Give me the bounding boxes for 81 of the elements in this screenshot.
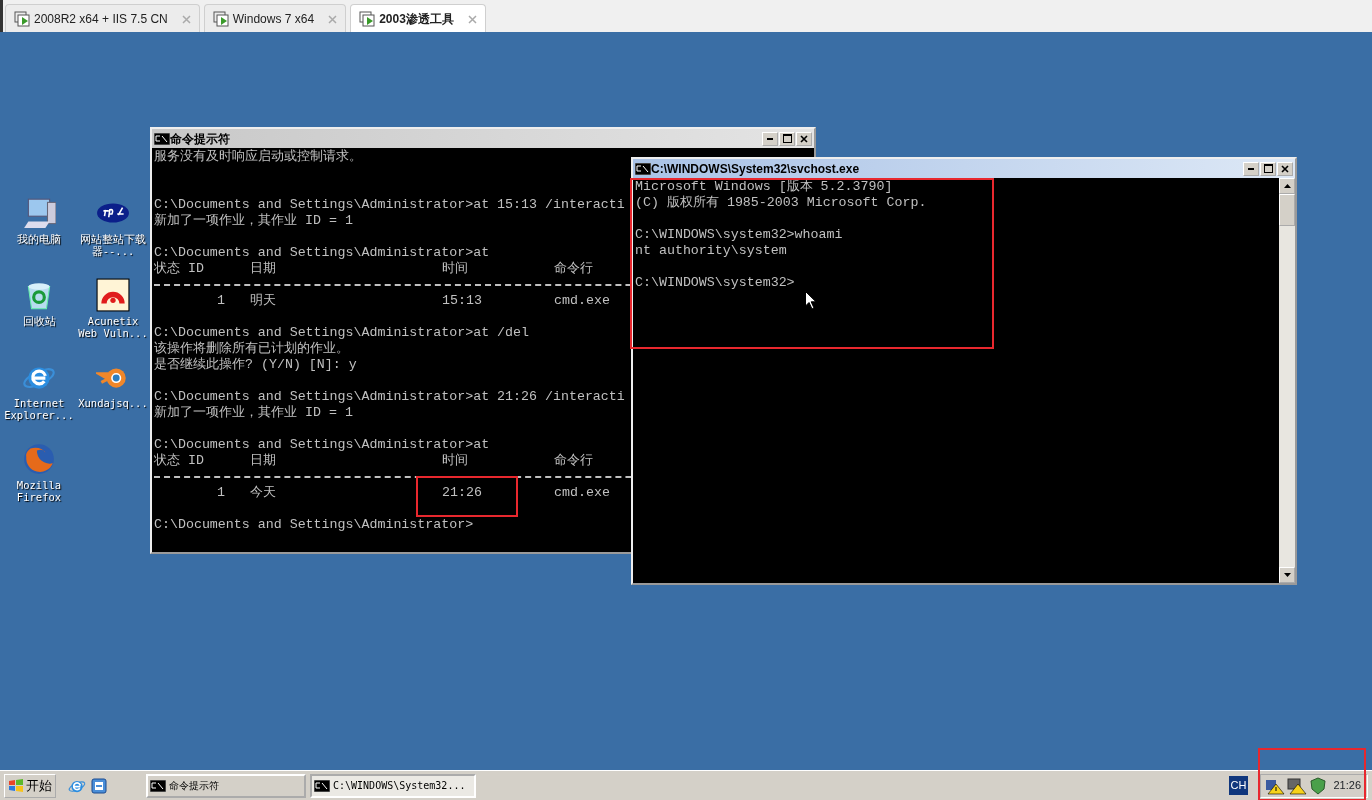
taskbar-button[interactable]: 命令提示符 <box>146 773 306 798</box>
down-arrow-icon <box>1283 573 1291 577</box>
console-line: 是否继续此操作? (Y/N) [N]: y <box>154 357 357 373</box>
arc-icon[interactable] <box>96 278 130 312</box>
close-button[interactable] <box>1277 161 1293 176</box>
vm-icon <box>212 10 229 27</box>
up-arrow-icon <box>1283 184 1291 188</box>
shield-icon[interactable] <box>1309 776 1328 795</box>
console-line: C:\Documents and Settings\Administrator>at 15:13 /interacti <box>154 197 625 213</box>
column-header: 状态 ID <box>154 453 205 469</box>
maximize-button[interactable] <box>1260 161 1276 176</box>
window-title: 命令提示符 <box>170 130 231 148</box>
scroll-down-button[interactable] <box>1279 567 1295 583</box>
taskbar-button[interactable]: C:\WINDOWS\System32... <box>310 773 476 798</box>
monitor-warning-icon[interactable] <box>1287 776 1308 795</box>
column-header: 日期 <box>250 453 277 469</box>
maximize-button[interactable] <box>779 131 795 146</box>
document-icon[interactable] <box>90 776 108 795</box>
console-line: 该操作将删除所有已计划的作业。 <box>154 341 349 357</box>
scroll-up-button[interactable] <box>1279 178 1295 194</box>
table-cell: 明天 <box>250 293 276 308</box>
column-header: 时间 <box>442 453 469 469</box>
console-line: C:\Documents and Settings\Administrator>at 21:26 /interacti <box>154 389 625 405</box>
console-line: C:\WINDOWS\system32> <box>635 275 795 291</box>
start-button[interactable]: 开始 <box>4 773 56 798</box>
console-line: C:\Documents and Settings\Administrator>at /del <box>154 325 530 341</box>
console-icon <box>314 779 330 792</box>
close-icon <box>1281 164 1289 173</box>
console-line: C:\Documents and Settings\Administrator>at <box>154 437 490 453</box>
mouse-pointer-icon <box>805 291 817 310</box>
scrollbar-thumb[interactable] <box>1279 194 1295 226</box>
column-header: 时间 <box>442 261 469 277</box>
console-line: 新加了一项作业，其作业 ID = 1 <box>154 405 353 421</box>
vm-tab[interactable]: 2003渗透工具 <box>350 4 486 32</box>
language-indicator[interactable]: CH <box>1228 776 1249 795</box>
console-line: nt authority\system <box>635 243 787 259</box>
icon-label[interactable]: 我的电脑 <box>3 233 75 245</box>
table-cell: 21:26 <box>442 485 482 500</box>
console-icon <box>154 132 170 145</box>
minimize-icon <box>1248 167 1254 170</box>
column-header: 命令行 <box>554 453 594 469</box>
scrollbar[interactable] <box>1279 178 1295 583</box>
console-line: (C) 版权所有 1985-2003 Microsoft Corp. <box>635 195 927 211</box>
console-line: C:\Documents and Settings\Administrator>at <box>154 245 490 261</box>
vm-icon <box>14 10 30 27</box>
icon-label[interactable]: Acunetix Web Vuln... <box>77 315 149 339</box>
window-title: C:\WINDOWS\System32\svchost.exe <box>651 160 861 178</box>
column-header: 命令行 <box>554 261 594 277</box>
table-cell: cmd.exe <box>554 293 610 308</box>
icon-label[interactable]: Internet Explorer... <box>3 397 75 421</box>
icon-label[interactable]: Xundajsq... <box>77 397 149 409</box>
console-icon <box>150 779 166 792</box>
minimize-icon <box>767 137 773 140</box>
close-icon <box>800 134 808 143</box>
console-line: 服务没有及时响应启动或控制请求。 <box>154 149 362 165</box>
table-cell: cmd.exe <box>554 485 610 500</box>
console-line: C:\WINDOWS\system32>whoami <box>635 227 843 243</box>
table-cell: 1 <box>217 293 225 308</box>
maximize-icon <box>782 134 792 143</box>
windows-flag-icon <box>8 777 24 794</box>
minimize-button[interactable] <box>1243 161 1259 176</box>
console-line: Microsoft Windows [版本 5.2.3790] <box>635 179 893 195</box>
icon-label[interactable]: 回收站 <box>3 315 75 327</box>
clock[interactable]: 21:26 <box>1333 777 1361 794</box>
console-line: C:\Documents and Settings\Administrator> <box>154 517 474 533</box>
vm-tab[interactable]: 2008R2 x64 + IIS 7.5 CN <box>5 4 200 32</box>
table-cell: 1 <box>217 485 225 500</box>
table-cell: 15:13 <box>442 293 482 308</box>
console-line: 新加了一项作业，其作业 ID = 1 <box>154 213 353 229</box>
console-icon <box>635 162 651 175</box>
minimize-button[interactable] <box>762 131 778 146</box>
column-header: 日期 <box>250 261 277 277</box>
close-button[interactable] <box>796 131 812 146</box>
maximize-icon <box>1263 164 1273 173</box>
vm-tab[interactable]: Windows 7 x64 <box>203 4 347 32</box>
vm-icon <box>359 10 376 27</box>
icon-label[interactable]: Mozilla Firefox <box>3 479 75 503</box>
icon-label[interactable]: 网站整站下载器--... <box>77 233 149 257</box>
column-header: 状态 ID <box>154 261 205 277</box>
computer-icon[interactable] <box>22 196 56 230</box>
table-cell: 今天 <box>250 485 276 500</box>
